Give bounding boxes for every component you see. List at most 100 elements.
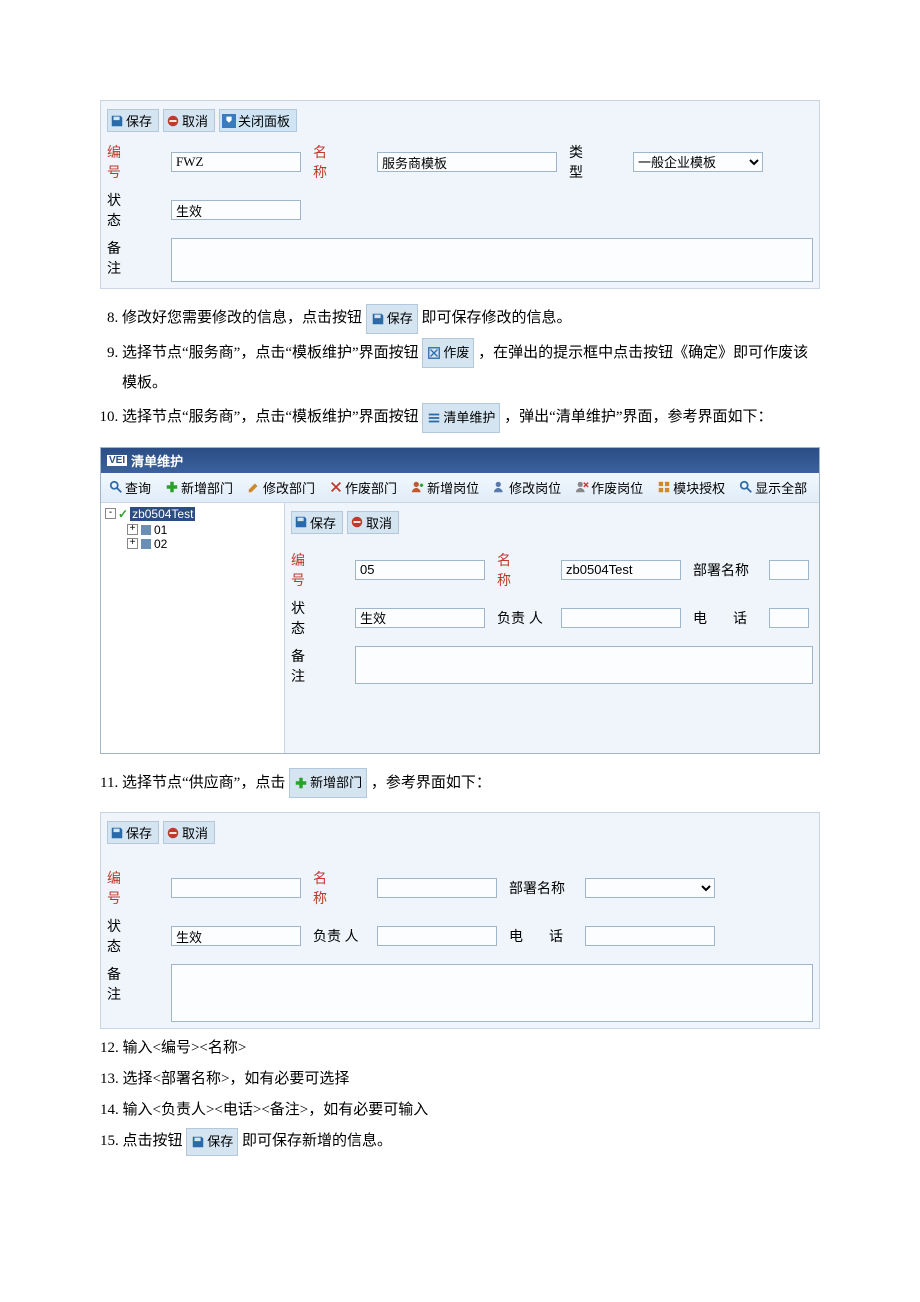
detail-cancel-button[interactable]: 取消 bbox=[347, 511, 399, 534]
d-label-id: 编 号 bbox=[291, 550, 343, 590]
showall-icon bbox=[739, 480, 753, 494]
tb-modpost[interactable]: 修改岗位 bbox=[489, 477, 565, 498]
tree-pane: - ✓ zb0504Test + 01 + 02 bbox=[101, 503, 285, 753]
cancel-icon bbox=[350, 515, 364, 529]
p3-label-phone: 电 话 bbox=[509, 926, 573, 946]
input-id[interactable] bbox=[171, 152, 301, 172]
cancel-icon bbox=[166, 826, 180, 840]
tree-root[interactable]: - ✓ zb0504Test bbox=[105, 507, 280, 521]
inline-adddept-button: 新增部门 bbox=[289, 768, 367, 798]
tb-adddept[interactable]: 新增部门 bbox=[161, 477, 237, 498]
label-id: 编 号 bbox=[107, 142, 159, 182]
edit-user-icon bbox=[493, 480, 507, 494]
input-name[interactable] bbox=[377, 152, 557, 172]
step-14: 14. 输入<负责人><电话><备注>，如有必要可输入 bbox=[100, 1097, 820, 1124]
d-label-remark: 备 注 bbox=[291, 646, 343, 686]
tb-moduleauth[interactable]: 模块授权 bbox=[653, 477, 729, 498]
module-icon bbox=[657, 480, 671, 494]
tree-root-label: zb0504Test bbox=[130, 507, 195, 521]
inline-save-button-2: 保存 bbox=[186, 1128, 238, 1155]
tb-addpost[interactable]: 新增岗位 bbox=[407, 477, 483, 498]
void-icon bbox=[329, 480, 343, 494]
d-input-name[interactable] bbox=[561, 560, 681, 580]
label-type: 类 型 bbox=[569, 142, 621, 182]
cancel-button[interactable]: 取消 bbox=[163, 109, 215, 132]
step-12: 12. 输入<编号><名称> bbox=[100, 1035, 820, 1062]
select-type[interactable]: 一般企业模板 bbox=[633, 152, 763, 172]
tree-expand-icon[interactable]: + bbox=[127, 538, 138, 549]
p3-input-state[interactable] bbox=[171, 926, 301, 946]
step-13: 13. 选择<部署名称>，如有必要可选择 bbox=[100, 1066, 820, 1093]
p3-input-owner[interactable] bbox=[377, 926, 497, 946]
p3-select-deploy[interactable] bbox=[585, 878, 715, 898]
d-label-owner: 负责 人 bbox=[497, 608, 549, 628]
d-input-phone[interactable] bbox=[769, 608, 809, 628]
p3-label-remark: 备 注 bbox=[107, 964, 159, 1004]
edit-icon bbox=[247, 480, 261, 494]
cancel-icon bbox=[166, 114, 180, 128]
p3-cancel-button[interactable]: 取消 bbox=[163, 821, 215, 844]
step-9: 选择节点“服务商”，点击“模板维护”界面按钮 作废 ，在弹出的提示框中点击按钮《… bbox=[122, 338, 820, 399]
tree-node-01[interactable]: + 01 bbox=[127, 523, 280, 537]
textarea-remark[interactable] bbox=[171, 238, 813, 282]
p3-input-name[interactable] bbox=[377, 878, 497, 898]
save-icon bbox=[110, 826, 124, 840]
tb-showall[interactable]: 显示全部 bbox=[735, 477, 811, 498]
p3-input-id[interactable] bbox=[171, 878, 301, 898]
tree-collapse-icon[interactable]: - bbox=[105, 508, 116, 519]
window-toolbar: 查询 新增部门 修改部门 作废部门 新增岗位 修改岗位 作废岗位 模块授权 显示… bbox=[101, 473, 819, 503]
add-icon bbox=[165, 480, 179, 494]
step-10: 选择节点“服务商”，点击“模板维护”界面按钮 清单维护 ，弹出“清单维护”界面，… bbox=[122, 402, 820, 433]
window-titlebar: VEI 清单维护 bbox=[101, 448, 819, 473]
label-state: 状 态 bbox=[107, 190, 159, 230]
tb-voidpost[interactable]: 作废岗位 bbox=[571, 477, 647, 498]
p3-textarea-remark[interactable] bbox=[171, 964, 813, 1022]
template-edit-panel: 保存 取消 关闭面板 编 号 名 称 类 型 一般企业模板 状 态 备 注 bbox=[100, 100, 820, 289]
tb-voiddept[interactable]: 作废部门 bbox=[325, 477, 401, 498]
d-label-name: 名 称 bbox=[497, 550, 549, 590]
tree-expand-icon[interactable]: + bbox=[127, 524, 138, 535]
d-input-owner[interactable] bbox=[561, 608, 681, 628]
p3-save-button[interactable]: 保存 bbox=[107, 821, 159, 844]
node-icon bbox=[140, 524, 152, 536]
instruction-list-a: 修改好您需要修改的信息，点击按钮 保存 即可保存修改的信息。 选择节点“服务商”… bbox=[100, 303, 820, 433]
search-icon bbox=[109, 480, 123, 494]
inline-save-button: 保存 bbox=[366, 304, 418, 334]
save-icon bbox=[110, 114, 124, 128]
label-name: 名 称 bbox=[313, 142, 365, 182]
save-icon bbox=[191, 1135, 205, 1149]
d-textarea-remark[interactable] bbox=[355, 646, 813, 684]
p3-label-id: 编 号 bbox=[107, 868, 159, 908]
d-label-deploy: 部署名称 bbox=[693, 560, 757, 580]
inline-void-button: 作废 bbox=[422, 338, 474, 368]
p3-label-name: 名 称 bbox=[313, 868, 365, 908]
save-icon bbox=[294, 515, 308, 529]
step-11: 选择节点“供应商”，点击 新增部门 ，参考界面如下： bbox=[122, 768, 820, 799]
p3-label-state: 状 态 bbox=[107, 916, 159, 956]
d-input-deploy[interactable] bbox=[769, 560, 809, 580]
void-icon bbox=[427, 346, 441, 360]
p3-label-owner: 负责 人 bbox=[313, 926, 365, 946]
tb-query[interactable]: 查询 bbox=[105, 477, 155, 498]
list-icon bbox=[427, 411, 441, 425]
instruction-list-c: 12. 输入<编号><名称> 13. 选择<部署名称>，如有必要可选择 14. … bbox=[100, 1035, 820, 1155]
check-icon: ✓ bbox=[118, 507, 128, 521]
label-remark: 备 注 bbox=[107, 238, 159, 278]
input-state[interactable] bbox=[171, 200, 301, 220]
detail-save-button[interactable]: 保存 bbox=[291, 511, 343, 534]
tree-node-02[interactable]: + 02 bbox=[127, 537, 280, 551]
d-input-id[interactable] bbox=[355, 560, 485, 580]
close-panel-button[interactable]: 关闭面板 bbox=[219, 109, 297, 132]
p3-input-phone[interactable] bbox=[585, 926, 715, 946]
window-title-text: 清单维护 bbox=[131, 451, 183, 470]
d-input-state[interactable] bbox=[355, 608, 485, 628]
step-8: 修改好您需要修改的信息，点击按钮 保存 即可保存修改的信息。 bbox=[122, 303, 820, 334]
add-icon bbox=[294, 776, 308, 790]
instruction-list-b: 选择节点“供应商”，点击 新增部门 ，参考界面如下： bbox=[100, 768, 820, 799]
detail-pane: 保存 取消 编 号 名 称 部署名称 状 态 负责 人 电 话 备 bbox=[285, 503, 819, 753]
d-label-phone: 电 话 bbox=[693, 608, 757, 628]
void-user-icon bbox=[575, 480, 589, 494]
close-label: 关闭面板 bbox=[238, 111, 290, 130]
save-button[interactable]: 保存 bbox=[107, 109, 159, 132]
tb-moddept[interactable]: 修改部门 bbox=[243, 477, 319, 498]
